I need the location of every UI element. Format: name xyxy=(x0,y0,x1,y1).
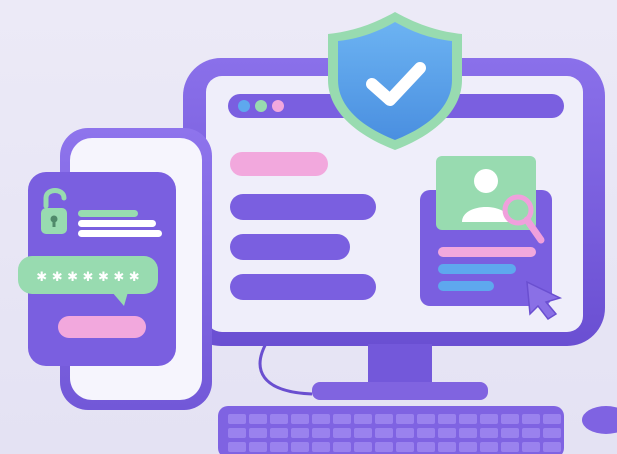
keyboard-key xyxy=(312,414,330,424)
keyboard-key xyxy=(396,442,414,452)
keyboard-key xyxy=(522,414,540,424)
keyboard-key xyxy=(354,414,372,424)
keyboard-key xyxy=(438,442,456,452)
keyboard-key xyxy=(270,414,288,424)
login-line-green xyxy=(78,210,138,217)
keyboard-key xyxy=(417,442,435,452)
login-card: ✱ ✱ ✱ ✱ ✱ ✱ ✱ xyxy=(18,172,176,366)
keyboard-key xyxy=(249,414,267,424)
keyboard-key xyxy=(354,442,372,452)
keyboard-key xyxy=(543,428,561,438)
content-bar-1 xyxy=(230,194,376,220)
keyboard-key xyxy=(522,428,540,438)
content-bar-2 xyxy=(230,234,350,260)
login-button[interactable] xyxy=(58,316,146,338)
keyboard-key xyxy=(501,414,519,424)
keyboard-key xyxy=(375,428,393,438)
keyboard-key xyxy=(270,442,288,452)
security-illustration: ✱ ✱ ✱ ✱ ✱ ✱ ✱ xyxy=(18,12,617,454)
monitor-base xyxy=(312,382,488,400)
profile-line-blue-2 xyxy=(438,281,494,291)
mouse xyxy=(582,406,617,434)
keyboard-key xyxy=(480,428,498,438)
window-dot-blue xyxy=(238,100,250,112)
keyboard-key xyxy=(501,428,519,438)
content-bar-pink xyxy=(230,152,328,176)
keyboard-key xyxy=(522,442,540,452)
login-line-white-1 xyxy=(78,220,156,227)
keyboard-key xyxy=(396,428,414,438)
keyboard-key xyxy=(459,414,477,424)
keyboard-key xyxy=(333,414,351,424)
keyboard-key xyxy=(333,442,351,452)
keyboard-key xyxy=(459,442,477,452)
keyboard-key xyxy=(270,428,288,438)
keyboard-key xyxy=(501,442,519,452)
keyboard xyxy=(218,406,564,454)
keyboard-key xyxy=(438,414,456,424)
keyboard-key xyxy=(291,442,309,452)
keyboard-key xyxy=(228,428,246,438)
keyboard-key xyxy=(438,428,456,438)
keyboard-key xyxy=(228,442,246,452)
keyboard-key xyxy=(312,428,330,438)
monitor-cable xyxy=(258,339,313,396)
keyboard-key xyxy=(459,428,477,438)
login-line-white-2 xyxy=(78,230,162,237)
keyboard-key xyxy=(417,428,435,438)
monitor-neck xyxy=(368,344,432,386)
keyboard-key xyxy=(543,414,561,424)
keyboard-key xyxy=(333,428,351,438)
keyboard-key xyxy=(228,414,246,424)
keyboard-key xyxy=(417,414,435,424)
window-dot-pink xyxy=(272,100,284,112)
keyboard-key xyxy=(396,414,414,424)
profile-line-pink xyxy=(438,247,536,257)
keyboard-key xyxy=(375,414,393,424)
window-dot-green xyxy=(255,100,267,112)
keyboard-key xyxy=(249,428,267,438)
keyboard-key xyxy=(291,414,309,424)
password-mask: ✱ ✱ ✱ ✱ ✱ ✱ ✱ xyxy=(36,270,139,285)
content-bar-3 xyxy=(230,274,376,300)
profile-line-blue-1 xyxy=(438,264,516,274)
keyboard-key xyxy=(543,442,561,452)
keyboard-key xyxy=(375,442,393,452)
keyboard-key xyxy=(354,428,372,438)
keyboard-key xyxy=(312,442,330,452)
keyboard-key xyxy=(480,442,498,452)
keyboard-key xyxy=(249,442,267,452)
keyboard-key xyxy=(291,428,309,438)
keyboard-key xyxy=(480,414,498,424)
